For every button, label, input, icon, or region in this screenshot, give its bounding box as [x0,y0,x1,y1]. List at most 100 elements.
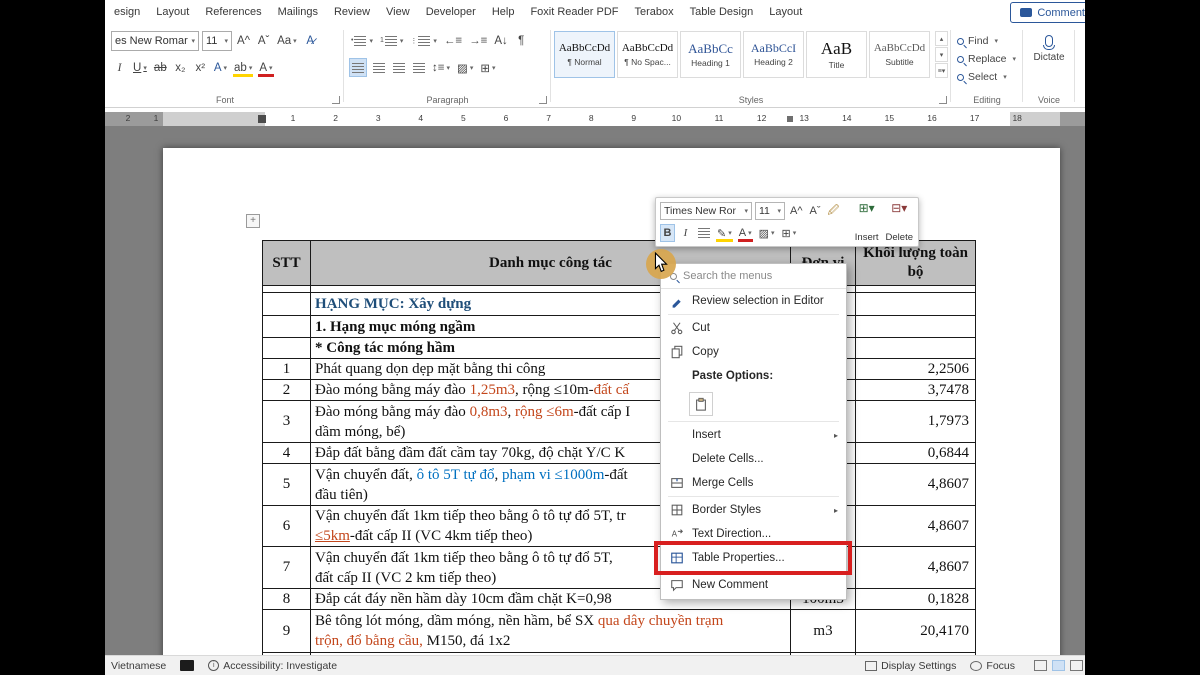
menu-item-insert[interactable]: Insert▸ [661,423,846,447]
language-status[interactable]: Vietnamese [111,660,166,672]
decrease-indent-button[interactable]: ←≡ [442,31,464,50]
font-dialog-launcher[interactable] [332,96,340,104]
mini-font-combo[interactable]: Times New Ror▾ [660,202,752,220]
menu-item-paste-options[interactable]: Paste Options: [661,364,846,388]
mini-grow-font-button[interactable]: A^ [788,202,805,220]
shading-button[interactable]: ▨▾ [455,58,475,77]
menu-item-text-direction[interactable]: AText Direction... [661,522,846,546]
bullets-button[interactable]: •▾ [349,31,375,50]
font-size-combo[interactable]: 11▾ [202,31,232,51]
mini-borders-button[interactable]: ⊞▾ [780,224,799,242]
text-effects-button[interactable]: A▾ [212,58,229,77]
mini-highlight-button[interactable]: ✎▾ [715,224,734,242]
svg-text:A: A [672,530,678,539]
tab-mailings[interactable]: Mailings [270,0,326,25]
tab-esign[interactable]: esign [106,0,148,25]
dictate-button[interactable]: Dictate [1024,35,1074,63]
menu-item-border-styles[interactable]: Border Styles▸ [661,498,846,522]
superscript-button[interactable]: x² [192,58,209,77]
subscript-button[interactable]: x₂ [172,58,189,77]
indent-marker[interactable] [258,115,266,123]
strikethrough-button[interactable]: ab [152,58,169,77]
accessibility-status[interactable]: iAccessibility: Investigate [208,660,337,672]
menu-item-table-properties[interactable]: Table Properties... [661,546,846,570]
web-layout-icon[interactable] [1070,660,1083,671]
align-right-button[interactable] [390,58,407,77]
borders-button[interactable]: ⊞▾ [478,58,497,77]
change-case-button[interactable]: Aa▾ [275,32,299,51]
quantity-cell: 4,8607 [856,464,976,506]
mini-insert-button[interactable]: ⊞▾ Insert [855,201,879,243]
grow-font-button[interactable]: A^ [235,32,252,51]
tab-table-design[interactable]: Table Design [682,0,762,25]
numbering-button[interactable]: 1▾ [378,31,405,50]
shrink-font-button[interactable]: Aˇ [255,32,272,51]
tab-references[interactable]: References [197,0,269,25]
tab-layout[interactable]: Layout [761,0,810,25]
style--no-spac-[interactable]: AaBbCcDd¶ No Spac... [617,31,678,78]
underline-button[interactable]: U▾ [131,58,149,77]
menu-item-review-selection-in-editor[interactable]: Review selection in Editor [661,289,846,313]
sort-button[interactable]: A↓ [492,31,509,50]
gallery-more-icon[interactable]: ≡▾ [935,63,948,78]
mini-font-color-button[interactable]: A▾ [737,224,754,242]
menu-item-merge-cells[interactable]: Merge Cells [661,471,846,495]
focus-button[interactable]: Focus [970,660,1015,672]
mini-bold-button[interactable]: B [660,224,675,242]
table-move-handle[interactable]: + [246,214,260,228]
font-color-button[interactable]: A▾ [257,58,274,77]
paste-keep-formatting-button[interactable] [689,392,713,416]
menu-item-copy[interactable]: Copy [661,340,846,364]
mini-format-painter-button[interactable]: 🖉 [826,202,842,220]
highlight-color-button[interactable]: ab▾ [232,58,254,77]
menu-item-delete-cells[interactable]: Delete Cells... [661,447,846,471]
clear-formatting-button[interactable]: A̷ [302,32,319,51]
tab-view[interactable]: View [378,0,418,25]
context-menu: Search the menus Review selection in Edi… [660,263,847,600]
styles-gallery-arrows[interactable]: ▴▾≡▾ [935,31,948,78]
editing-find-button[interactable]: Find▾ [957,32,1016,50]
mini-shading-button[interactable]: ▨▾ [757,224,777,242]
style-heading-1[interactable]: AaBbCcHeading 1 [680,31,741,78]
column-marker[interactable] [787,116,793,122]
mini-shrink-font-button[interactable]: Aˇ [808,202,823,220]
mini-size-combo[interactable]: 11▾ [755,202,785,220]
style--normal[interactable]: AaBbCcDd¶ Normal [554,31,615,78]
tab-review[interactable]: Review [326,0,378,25]
tab-terabox[interactable]: Terabox [626,0,681,25]
justify-button[interactable] [410,58,427,77]
keyboard-icon[interactable] [180,660,194,671]
font-name-combo[interactable]: es New Romar▾ [111,31,199,51]
mini-styles-button[interactable] [696,224,712,242]
read-mode-icon[interactable] [1034,660,1047,671]
mini-italic-button[interactable]: I [678,224,693,242]
styles-dialog-launcher[interactable] [939,96,947,104]
print-layout-icon[interactable] [1052,660,1065,671]
ruler[interactable]: 21123456789101112131415161718 [105,112,1085,126]
gallery-down-icon[interactable]: ▾ [935,47,948,62]
tab-developer[interactable]: Developer [418,0,484,25]
align-left-button[interactable] [349,58,367,77]
show-marks-button[interactable]: ¶ [513,31,530,50]
multilevel-list-button[interactable]: ⋮▾ [408,31,439,50]
italic-button[interactable]: I [111,58,128,77]
paragraph-dialog-launcher[interactable] [539,96,547,104]
style-subtitle[interactable]: AaBbCcDdSubtitle [869,31,930,78]
line-spacing-button[interactable]: ↕≡▾ [430,58,452,77]
style-heading-2[interactable]: AaBbCcIHeading 2 [743,31,804,78]
tab-layout[interactable]: Layout [148,0,197,25]
editing-select-button[interactable]: Select▾ [957,68,1016,86]
gallery-up-icon[interactable]: ▴ [935,31,948,46]
menu-search[interactable]: Search the menus [661,264,846,289]
mini-delete-button[interactable]: ⊟▾ Delete [886,201,913,243]
tab-foxit-reader-pdf[interactable]: Foxit Reader PDF [522,0,626,25]
align-center-button[interactable] [370,58,387,77]
tab-help[interactable]: Help [484,0,523,25]
display-settings-button[interactable]: Display Settings [865,660,956,672]
style-title[interactable]: AaBTitle [806,31,867,78]
increase-indent-button[interactable]: →≡ [467,31,489,50]
comment-button[interactable]: Comment [1010,2,1085,23]
editing-replace-button[interactable]: Replace▾ [957,50,1016,68]
menu-item-new-comment[interactable]: New Comment [661,573,846,597]
menu-item-cut[interactable]: Cut [661,316,846,340]
